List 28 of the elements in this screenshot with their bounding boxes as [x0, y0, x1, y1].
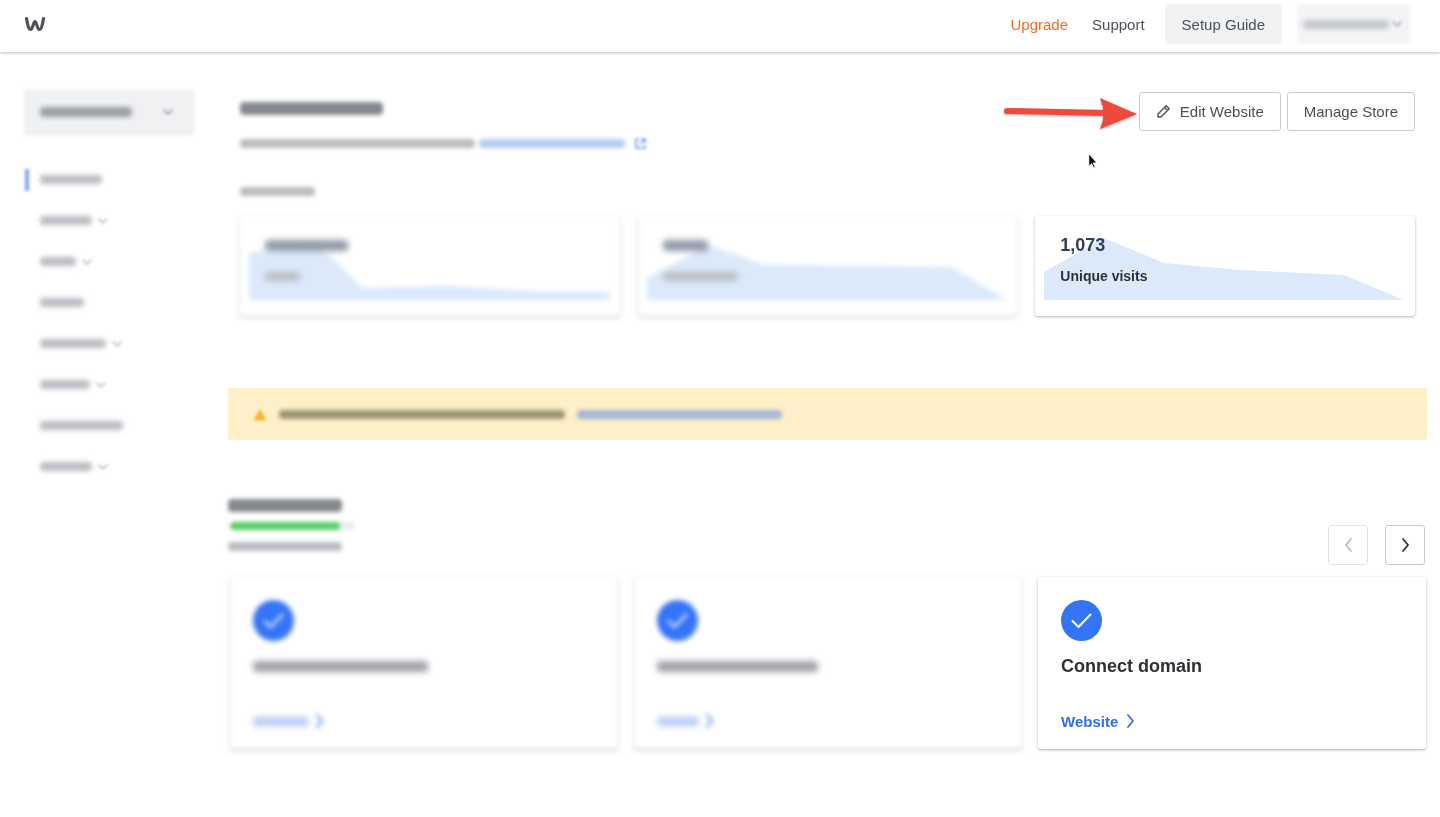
blurred-text	[265, 271, 300, 281]
caret-icon	[163, 108, 173, 115]
warning-icon	[253, 407, 267, 421]
edit-website-button[interactable]: Edit Website	[1138, 92, 1281, 131]
stat-value: 1,073	[1060, 234, 1106, 256]
blurred-text	[662, 239, 708, 251]
blurred-text	[253, 716, 309, 726]
nav-button[interactable]: Setup Guide	[1164, 4, 1282, 44]
chevron-right-icon	[1400, 538, 1410, 552]
caret-icon	[1392, 21, 1402, 27]
manage-store-button[interactable]: Manage Store	[1286, 92, 1415, 131]
guide-title: Connect domain	[1061, 655, 1202, 678]
next-button[interactable]	[1385, 525, 1425, 565]
chevron-right-icon	[1126, 714, 1136, 728]
guide-link[interactable]: Website	[1061, 712, 1136, 730]
blurred-text	[657, 716, 699, 726]
chevron-left-icon	[1343, 538, 1353, 552]
site-menu[interactable]	[25, 90, 193, 133]
chevron-right-icon	[705, 714, 714, 728]
stat-label: Unique visits	[1060, 267, 1148, 285]
annotation-arrow-icon	[1003, 95, 1139, 131]
cursor-icon	[1088, 153, 1098, 169]
pencil-icon	[1155, 104, 1171, 119]
nav-link[interactable]: Support	[1080, 15, 1157, 33]
logo-icon[interactable]	[24, 15, 46, 33]
external-link-icon	[635, 137, 646, 149]
chevron-right-icon	[315, 714, 324, 728]
account-menu[interactable]	[1297, 4, 1410, 44]
